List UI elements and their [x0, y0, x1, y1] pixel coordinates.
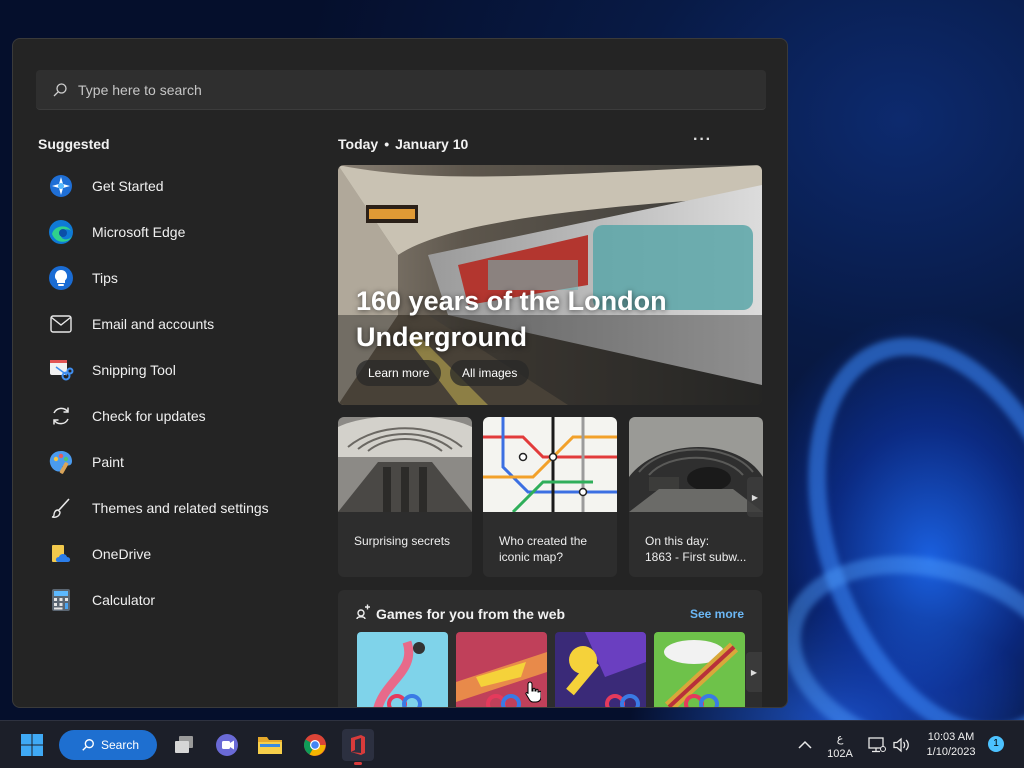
taskbar-search-button[interactable]: Search: [59, 730, 157, 760]
mail-icon: [48, 311, 74, 337]
hero-story-card[interactable]: 160 years of the London Underground Lear…: [338, 165, 762, 405]
network-icon: [868, 737, 886, 753]
games-title: Games for you from the web: [376, 606, 566, 622]
snipping-tool-icon: [48, 357, 74, 383]
card-subtitle: 1863 - First subw...: [645, 550, 747, 564]
windows-logo-icon: [21, 734, 43, 756]
games-section: Games for you from the web See more ▶: [338, 590, 762, 707]
see-more-link[interactable]: See more: [690, 607, 744, 621]
calculator-icon: [48, 587, 74, 613]
today-date: January 10: [395, 136, 469, 152]
suggested-item-snipping-tool[interactable]: Snipping Tool: [38, 347, 318, 393]
onedrive-icon: [48, 541, 74, 567]
suggested-item-label: Themes and related settings: [92, 500, 269, 516]
suggested-heading: Suggested: [38, 136, 110, 152]
suggested-item-label: Tips: [92, 270, 118, 286]
suggested-item-onedrive[interactable]: OneDrive: [38, 531, 318, 577]
suggested-item-label: Paint: [92, 454, 124, 470]
clock-time: 10:03 AM: [927, 731, 975, 743]
paint-icon: [48, 449, 74, 475]
cards-next-arrow-icon[interactable]: ▶: [747, 477, 763, 517]
all-images-button[interactable]: All images: [450, 360, 530, 386]
network-button[interactable]: [866, 729, 888, 761]
search-input[interactable]: [78, 81, 678, 98]
file-explorer-button[interactable]: [254, 729, 286, 761]
show-hidden-icons-button[interactable]: [790, 729, 820, 761]
game-thumbnail: [654, 632, 745, 707]
suggested-item-paint[interactable]: Paint: [38, 439, 318, 485]
today-label: Today: [338, 136, 379, 152]
suggested-item-label: Email and accounts: [92, 316, 215, 332]
suggested-item-label: Snipping Tool: [92, 362, 176, 378]
learn-more-button[interactable]: Learn more: [356, 360, 442, 386]
suggested-item-microsoft-edge[interactable]: Microsoft Edge: [38, 209, 318, 255]
suggested-item-label: Calculator: [92, 592, 156, 608]
card-title: On this day:: [645, 534, 710, 548]
task-view-icon: [175, 736, 193, 753]
office-icon: [351, 735, 365, 755]
games-next-arrow-icon[interactable]: ▶: [746, 652, 762, 692]
chat-icon: [216, 734, 238, 756]
notification-badge[interactable]: 1: [988, 736, 1004, 752]
game-thumbnail: [555, 632, 646, 707]
volume-button[interactable]: [890, 729, 914, 761]
brush-icon: [48, 495, 74, 521]
suggested-item-email-accounts[interactable]: Email and accounts: [38, 301, 318, 347]
task-view-button[interactable]: [168, 729, 200, 761]
suggested-item-check-updates[interactable]: Check for updates: [38, 393, 318, 439]
office-app-button[interactable]: [342, 729, 374, 765]
input-language-indicator[interactable]: ع 102A: [824, 732, 856, 762]
news-card-iconic-map[interactable]: Who created the iconic map?: [483, 417, 617, 577]
today-header: Today • January 10: [338, 136, 468, 152]
card-image: [338, 417, 472, 512]
get-started-icon: [48, 173, 74, 199]
games-icon: [356, 604, 370, 620]
suggested-item-label: OneDrive: [92, 546, 152, 562]
running-indicator: [354, 762, 362, 765]
suggested-item-label: Get Started: [92, 178, 164, 194]
clock-date: 1/10/2023: [926, 746, 976, 758]
taskbar-search-label: Search: [101, 738, 140, 752]
suggested-item-label: Check for updates: [92, 408, 206, 424]
card-label: On this day: 1863 - First subw...: [629, 517, 763, 565]
language-glyph: ع: [836, 733, 844, 745]
hand-cursor-icon: [525, 681, 541, 703]
suggested-item-get-started[interactable]: Get Started: [38, 163, 318, 209]
chrome-button[interactable]: [299, 729, 331, 761]
search-icon: [82, 739, 94, 751]
game-tile[interactable]: [654, 632, 745, 707]
more-options-icon[interactable]: ···: [693, 131, 712, 149]
search-icon: [53, 82, 67, 96]
card-image: [629, 417, 763, 512]
separator-dot: •: [384, 136, 390, 152]
search-box[interactable]: [36, 70, 766, 110]
suggested-item-themes[interactable]: Themes and related settings: [38, 485, 318, 531]
start-button[interactable]: [16, 729, 48, 761]
taskbar: Search ع 102A 10:03 AM 1/10/2023: [0, 720, 1024, 768]
clock[interactable]: 10:03 AM 1/10/2023: [920, 730, 982, 760]
card-image: [483, 417, 617, 514]
refresh-icon: [48, 403, 74, 429]
game-thumbnail: [357, 632, 448, 707]
card-label: Surprising secrets: [354, 534, 451, 548]
suggested-item-calculator[interactable]: Calculator: [38, 577, 318, 623]
suggested-list: Get Started Microsoft Edge Tips Email an…: [38, 163, 318, 623]
folder-icon: [258, 737, 282, 754]
chrome-icon: [304, 734, 326, 756]
start-menu-panel: Suggested Get Started Microsoft Edge: [12, 38, 788, 708]
game-tile[interactable]: [555, 632, 646, 707]
news-card-surprising-secrets[interactable]: Surprising secrets: [338, 417, 472, 577]
card-label: Who created the iconic map?: [499, 534, 588, 564]
hero-title: 160 years of the London Underground: [356, 286, 667, 352]
news-card-on-this-day[interactable]: On this day: 1863 - First subw... ▶: [629, 417, 763, 577]
edge-icon: [48, 219, 74, 245]
speaker-icon: [893, 737, 909, 753]
teams-chat-button[interactable]: [211, 729, 243, 761]
tips-icon: [48, 265, 74, 291]
chevron-up-icon: [798, 740, 812, 749]
language-code: 102A: [827, 748, 853, 760]
game-tile[interactable]: [357, 632, 448, 707]
suggested-item-tips[interactable]: Tips: [38, 255, 318, 301]
suggested-item-label: Microsoft Edge: [92, 224, 186, 240]
